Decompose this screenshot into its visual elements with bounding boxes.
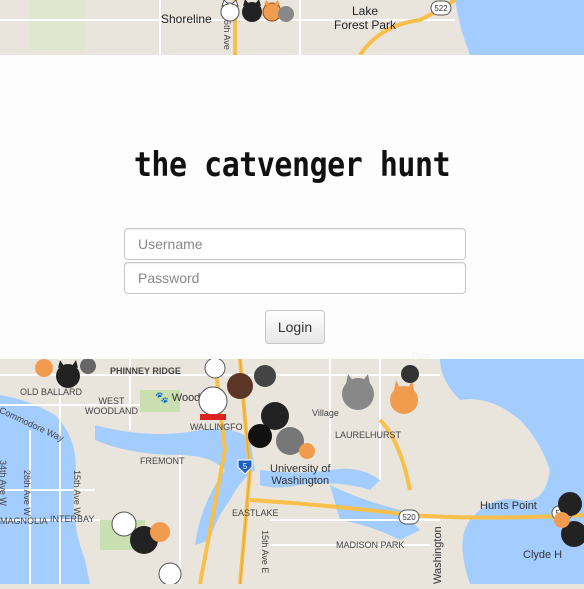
map-label-washington: Washington bbox=[432, 526, 444, 584]
map-label-village: Village bbox=[312, 408, 339, 418]
cat-marker-icon[interactable] bbox=[216, 0, 296, 28]
username-input[interactable] bbox=[124, 228, 466, 260]
paw-icon: 🐾 bbox=[155, 392, 169, 404]
map-label-lake-forest-park: Lake Forest Park bbox=[334, 4, 397, 32]
map-label-phinney-ridge: PHINNEY RIDGE bbox=[110, 366, 181, 376]
cat-marker-icon[interactable] bbox=[106, 504, 176, 564]
map-label-shoreline: Shoreline bbox=[161, 12, 212, 26]
page-title: the catvenger hunt bbox=[133, 144, 451, 185]
sr520-shield-text: 520 bbox=[402, 513, 416, 522]
cat-marker-icon[interactable] bbox=[185, 356, 315, 476]
map-label-15th-ave-w: 15th Ave W bbox=[72, 470, 82, 516]
cat-marker-icon[interactable] bbox=[150, 560, 190, 584]
map-label-28th-ave-w: 28th Ave W bbox=[22, 470, 32, 516]
password-input[interactable] bbox=[124, 262, 466, 294]
map-label-fremont: FREMONT bbox=[140, 456, 185, 466]
map-label-laurelhurst: LAURELHURST bbox=[335, 430, 402, 440]
sr522-shield-icon: 522 bbox=[430, 0, 452, 16]
login-button[interactable]: Login bbox=[265, 310, 325, 344]
sr520-shield-icon: 520 bbox=[398, 509, 420, 525]
map-label-madison-park: MADISON PARK bbox=[336, 540, 405, 550]
map-label-hunts-point: Hunts Point bbox=[480, 500, 537, 512]
sr522-shield-text: 522 bbox=[434, 4, 448, 13]
cat-marker-icon[interactable] bbox=[338, 364, 428, 424]
cat-marker-icon[interactable] bbox=[550, 490, 584, 560]
map-label-34th-ave-w: 34th Ave W bbox=[0, 460, 8, 506]
cat-marker-icon[interactable] bbox=[30, 356, 100, 406]
map-label-magnolia: MAGNOLIA bbox=[0, 516, 48, 526]
map-label-15th-ave-e: 15th Ave E bbox=[260, 530, 270, 574]
map-label-eastlake: EASTLAKE bbox=[232, 508, 279, 518]
